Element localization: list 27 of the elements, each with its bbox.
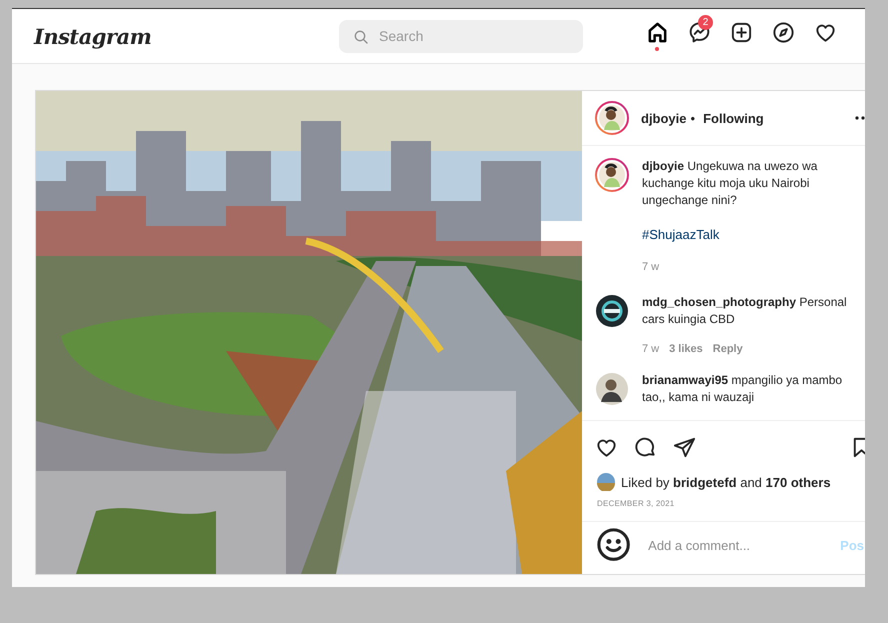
search-field[interactable]: Search: [339, 20, 583, 52]
home-icon: [646, 21, 668, 44]
avatar[interactable]: [595, 101, 629, 135]
notification-badge: 2: [698, 15, 713, 30]
comment-text: djboyie Ungekuwa na uwezo wa kuchange kitu moja uku Nairobi ungechange nini?: [642, 158, 818, 209]
comment-text: brianamwayi95 mpangilio ya mambo tao,, kama ni wauzaji: [642, 372, 844, 406]
post-date: DECEMBER 3, 2021: [596, 498, 676, 508]
avatar[interactable]: [595, 294, 629, 328]
username[interactable]: djboyie: [641, 110, 687, 126]
timestamp: 7 w: [642, 260, 660, 275]
messenger-button[interactable]: 2: [685, 15, 713, 51]
search-icon: [353, 28, 369, 44]
timestamp: 7 w: [642, 342, 660, 357]
compass-icon: [772, 21, 794, 44]
hashtag-link[interactable]: #ShujaazTalk: [642, 226, 720, 243]
avatar[interactable]: [595, 158, 629, 192]
following-label[interactable]: Following: [703, 110, 764, 126]
plus-icon: [730, 21, 752, 44]
instagram-logo[interactable]: Instagram: [34, 24, 339, 48]
emoji-icon[interactable]: [595, 526, 632, 564]
avatar[interactable]: [595, 372, 629, 406]
comment-text: mdg_chosen_photography Personal cars kuingia CBD: [642, 294, 848, 328]
share-icon[interactable]: [673, 436, 696, 458]
separator-dot: •: [690, 110, 696, 126]
likes-text[interactable]: Liked by bridgetefd and 170 others: [621, 474, 831, 490]
active-indicator: [655, 47, 659, 51]
comment-icon[interactable]: [634, 436, 657, 458]
